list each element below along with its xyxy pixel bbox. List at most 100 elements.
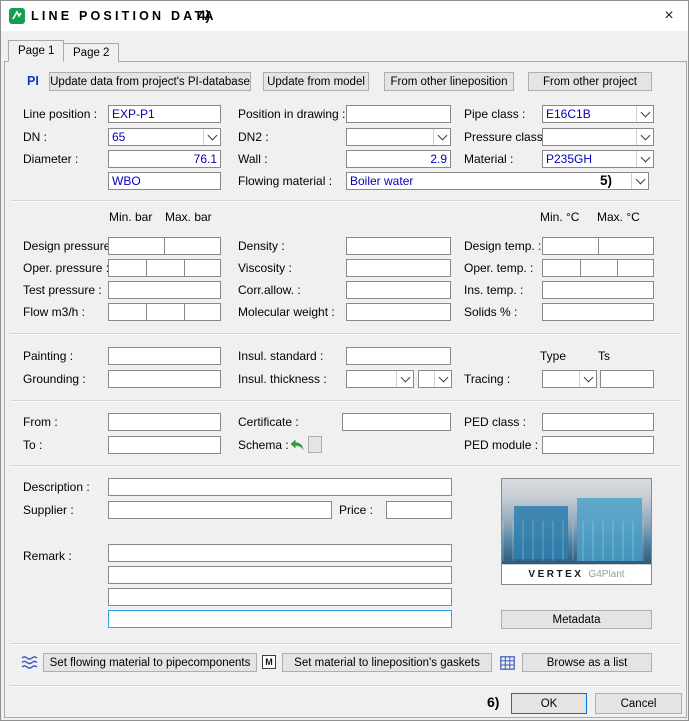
line-position-input[interactable] [108, 105, 221, 123]
oper-temp-input-1[interactable] [542, 259, 581, 277]
ped-module-input[interactable] [542, 436, 654, 454]
viscosity-input[interactable] [346, 259, 451, 277]
wall-input[interactable] [346, 150, 451, 168]
separator [10, 333, 681, 334]
dn-value: 65 [112, 130, 202, 145]
density-input[interactable] [346, 237, 451, 255]
remark-input-2[interactable] [108, 566, 452, 584]
window-title: LINE POSITION DATA [31, 1, 217, 31]
test-pressure-input[interactable] [108, 281, 221, 299]
remark-input-3[interactable] [108, 588, 452, 606]
painting-label: Painting : [23, 347, 73, 365]
description-label: Description : [23, 478, 90, 496]
dn2-combo[interactable] [346, 128, 451, 146]
grounding-input[interactable] [108, 370, 221, 388]
remark-input-1[interactable] [108, 544, 452, 562]
pi-label: PI [27, 74, 39, 88]
design-temp-min-input[interactable] [542, 237, 599, 255]
oper-pressure-input-1[interactable] [108, 259, 147, 277]
insul-thickness-combo-2[interactable] [418, 370, 452, 388]
position-in-drawing-input[interactable] [346, 105, 451, 123]
material-label: Material : [464, 150, 513, 168]
chevron-down-icon [396, 371, 413, 387]
ped-class-label: PED class : [464, 413, 526, 431]
ts-header: Ts [598, 347, 610, 365]
oper-pressure-input-2[interactable] [146, 259, 185, 277]
title-bar: LINE POSITION DATA 4) × [1, 1, 688, 31]
flowing-material-label: Flowing material : [238, 172, 332, 190]
flow-input-1[interactable] [108, 303, 147, 321]
annotation-5: 5) [600, 173, 612, 188]
material-m-icon: M [262, 655, 276, 669]
insul-thickness-label: Insul. thickness : [238, 370, 327, 388]
set-material-gaskets-button[interactable]: Set material to lineposition's gaskets [282, 653, 492, 672]
ped-class-input[interactable] [542, 413, 654, 431]
pressure-class-combo[interactable] [542, 128, 654, 146]
chevron-down-icon [433, 129, 450, 145]
chevron-down-icon [434, 371, 451, 387]
update-from-pi-database-button[interactable]: Update data from project's PI-database [49, 72, 251, 91]
max-c-header: Max. °C [597, 208, 640, 226]
pipe-class-combo[interactable]: E16C1B [542, 105, 654, 123]
oper-pressure-input-3[interactable] [184, 259, 221, 277]
tab-page-2[interactable]: Page 2 [63, 43, 119, 62]
schema-open-icon[interactable] [289, 436, 305, 453]
from-other-lineposition-button[interactable]: From other lineposition [384, 72, 514, 91]
flow-label: Flow m3/h : [23, 303, 85, 321]
from-input[interactable] [108, 413, 221, 431]
design-pressure-min-input[interactable] [108, 237, 165, 255]
oper-temp-input-3[interactable] [617, 259, 654, 277]
insul-standard-label: Insul. standard : [238, 347, 323, 365]
grounding-label: Grounding : [23, 370, 86, 388]
supplier-input[interactable] [108, 501, 332, 519]
tab-page-1[interactable]: Page 1 [8, 40, 64, 62]
solids-input[interactable] [542, 303, 654, 321]
separator [10, 200, 681, 201]
tab-page-1-label: Page 1 [18, 45, 54, 57]
material-combo[interactable]: P235GH [542, 150, 654, 168]
ok-button[interactable]: OK [511, 693, 587, 714]
tracing-type-combo[interactable] [542, 370, 597, 388]
remark-input-4[interactable] [108, 610, 452, 628]
cancel-button[interactable]: Cancel [595, 693, 682, 714]
tab-page-2-label: Page 2 [73, 47, 109, 59]
chevron-down-icon [636, 106, 653, 122]
certificate-input[interactable] [342, 413, 451, 431]
ins-temp-input[interactable] [542, 281, 654, 299]
flow-input-2[interactable] [146, 303, 185, 321]
diameter-input[interactable] [108, 150, 221, 168]
oper-pressure-label: Oper. pressure : [23, 259, 109, 277]
dn-combo[interactable]: 65 [108, 128, 221, 146]
position-in-drawing-label: Position in drawing : [238, 105, 345, 123]
update-from-model-button[interactable]: Update from model [263, 72, 369, 91]
oper-temp-input-2[interactable] [580, 259, 618, 277]
test-pressure-label: Test pressure : [23, 281, 102, 299]
corr-allow-input[interactable] [346, 281, 451, 299]
browse-as-list-button[interactable]: Browse as a list [522, 653, 652, 672]
from-other-project-button[interactable]: From other project [528, 72, 652, 91]
to-input[interactable] [108, 436, 221, 454]
min-bar-header: Min. bar [109, 208, 152, 226]
material-code-input[interactable] [108, 172, 221, 190]
design-temp-max-input[interactable] [598, 237, 654, 255]
plant-photo: VERTEX G4Plant [501, 478, 652, 585]
design-pressure-max-input[interactable] [164, 237, 221, 255]
flowing-material-value: Boiler water [350, 174, 630, 189]
price-input[interactable] [386, 501, 452, 519]
tracing-ts-input[interactable] [600, 370, 654, 388]
dn-label: DN : [23, 128, 47, 146]
dn2-label: DN2 : [238, 128, 269, 146]
description-input[interactable] [108, 478, 452, 496]
insul-standard-input[interactable] [346, 347, 451, 365]
metadata-button[interactable]: Metadata [501, 610, 652, 629]
painting-input[interactable] [108, 347, 221, 365]
flow-input-3[interactable] [184, 303, 221, 321]
set-flowing-material-button[interactable]: Set flowing material to pipecomponents [43, 653, 257, 672]
flowing-material-waves-icon [20, 654, 40, 671]
close-icon[interactable]: × [658, 5, 680, 27]
chevron-down-icon [579, 371, 596, 387]
schema-browse-button[interactable] [308, 436, 322, 453]
photo-structure [502, 521, 651, 561]
molecular-weight-input[interactable] [346, 303, 451, 321]
insul-thickness-combo-1[interactable] [346, 370, 414, 388]
